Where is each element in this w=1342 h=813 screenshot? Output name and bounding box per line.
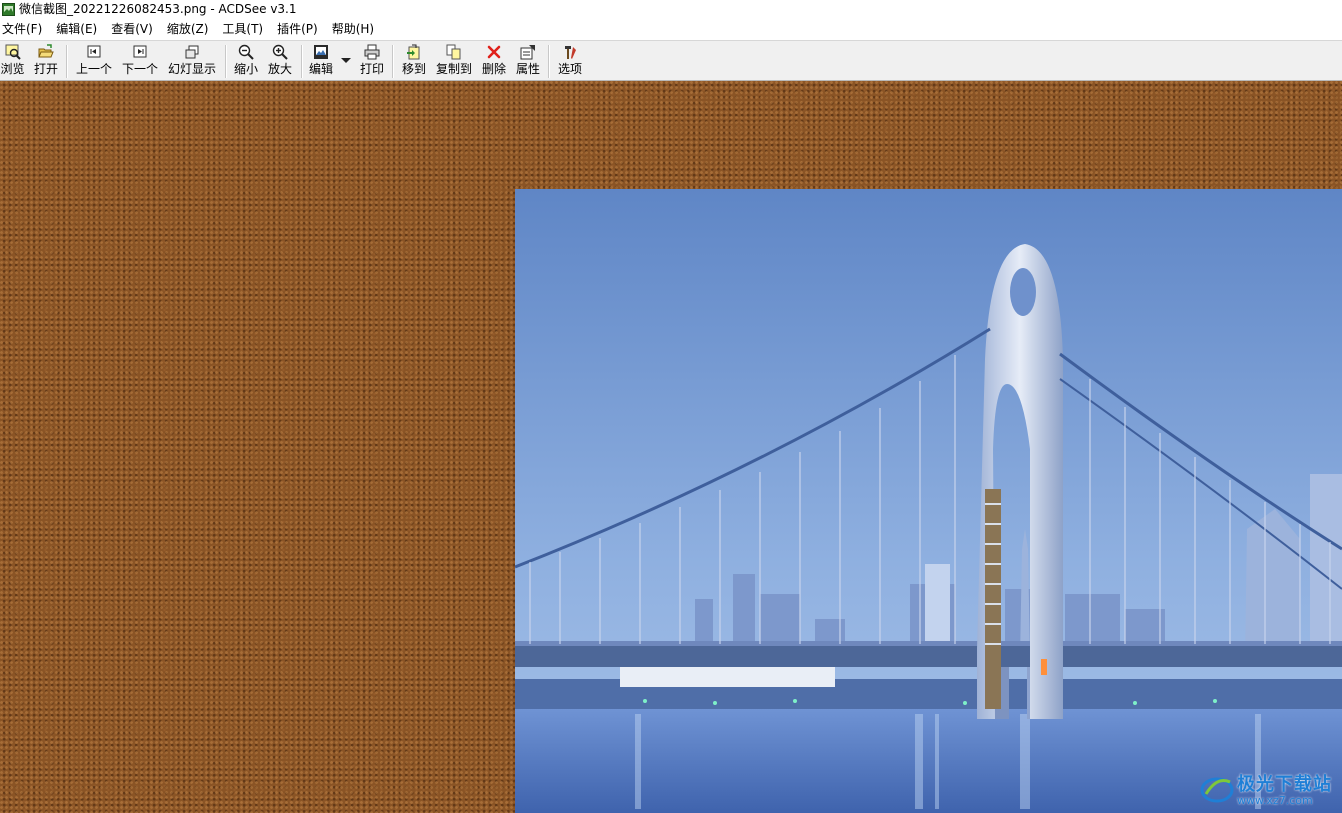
slideshow-button[interactable]: 幻灯显示: [168, 43, 216, 79]
slideshow-icon: [183, 43, 201, 61]
move-to-button[interactable]: 移到: [401, 43, 427, 79]
edit-dropdown-button[interactable]: [340, 43, 352, 79]
browse-button[interactable]: 浏览: [0, 43, 25, 79]
copy-to-icon: [445, 43, 463, 61]
watermark-title: 极光下载站: [1237, 773, 1332, 795]
zoom-in-button[interactable]: 放大: [268, 43, 292, 79]
toolbar-separator: [225, 45, 227, 78]
move-to-icon: [405, 43, 423, 61]
menu-bar: 文件(F) 编辑(E) 查看(V) 缩放(Z) 工具(T) 插件(P) 帮助(H…: [0, 19, 1342, 40]
browse-label: 浏览: [0, 62, 25, 76]
toolbar-separator: [66, 45, 68, 78]
title-bar: 微信截图_20221226082453.png - ACDSee v3.1: [0, 0, 1342, 19]
zoom-out-button[interactable]: 缩小: [234, 43, 258, 79]
options-button[interactable]: 选项: [557, 43, 583, 79]
dropdown-arrow-icon: [340, 43, 352, 79]
next-button[interactable]: 下一个: [122, 43, 158, 79]
image-viewer[interactable]: 极光下载站 www.xz7.com: [0, 81, 1342, 813]
printer-icon: [363, 43, 381, 61]
menu-zoom[interactable]: 缩放(Z): [167, 19, 209, 40]
zoom-out-label: 缩小: [234, 62, 259, 76]
watermark-url: www.xz7.com: [1237, 793, 1313, 807]
menu-help[interactable]: 帮助(H): [332, 19, 374, 40]
displayed-image: [515, 189, 1342, 813]
menu-view[interactable]: 查看(V): [111, 19, 153, 40]
copy-to-button[interactable]: 复制到: [436, 43, 472, 79]
menu-tools[interactable]: 工具(T): [222, 19, 263, 40]
toolbar-separator: [301, 45, 303, 78]
watermark-logo-icon: [1200, 774, 1234, 807]
copy-to-label: 复制到: [436, 62, 473, 76]
print-button[interactable]: 打印: [359, 43, 385, 79]
previous-icon: [85, 43, 103, 61]
delete-x-icon: [485, 43, 503, 61]
open-button[interactable]: 打开: [33, 43, 59, 79]
watermark: 极光下载站 www.xz7.com: [1200, 774, 1332, 807]
delete-button[interactable]: 删除: [481, 43, 507, 79]
menu-edit[interactable]: 编辑(E): [56, 19, 97, 40]
acdsee-app-icon: [2, 3, 15, 16]
previous-label: 上一个: [76, 62, 113, 76]
slideshow-label: 幻灯显示: [168, 62, 217, 76]
previous-button[interactable]: 上一个: [76, 43, 112, 79]
next-label: 下一个: [122, 62, 159, 76]
edit-label: 编辑: [308, 62, 333, 76]
properties-icon: [519, 43, 537, 61]
window-title: 微信截图_20221226082453.png - ACDSee v3.1: [19, 2, 297, 16]
delete-label: 删除: [481, 62, 506, 76]
toolbar-separator: [392, 45, 394, 78]
toolbar-separator: [548, 45, 550, 78]
edit-image-icon: [312, 43, 330, 61]
browse-icon: [4, 43, 22, 61]
next-icon: [131, 43, 149, 61]
zoom-in-icon: [271, 43, 289, 61]
properties-label: 属性: [515, 62, 540, 76]
properties-button[interactable]: 属性: [515, 43, 541, 79]
watermark-text: 极光下载站 www.xz7.com: [1237, 773, 1332, 807]
edit-button[interactable]: 编辑: [308, 43, 334, 79]
menu-file[interactable]: 文件(F): [2, 19, 42, 40]
tools-hammer-icon: [561, 43, 579, 61]
menu-plugins[interactable]: 插件(P): [277, 19, 318, 40]
zoom-out-icon: [237, 43, 255, 61]
toolbar: 浏览 打开 上一个 下一个 幻灯显示 缩小 放大 编辑 打印 移到 复制到 删除…: [0, 40, 1342, 81]
options-label: 选项: [557, 62, 582, 76]
print-label: 打印: [359, 62, 384, 76]
open-folder-icon: [37, 43, 55, 61]
move-to-label: 移到: [401, 62, 426, 76]
open-label: 打开: [33, 62, 58, 76]
zoom-in-label: 放大: [268, 62, 293, 76]
